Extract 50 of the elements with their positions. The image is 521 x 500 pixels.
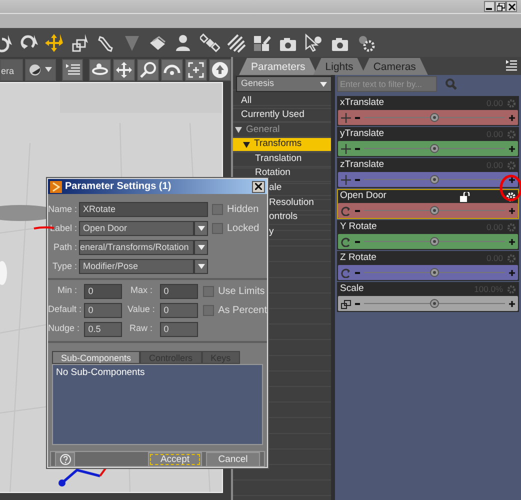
- checkbox-label: Use Limits: [218, 285, 265, 299]
- combo-field[interactable]: eneral/Transforms/Rotation: [79, 240, 194, 255]
- group-item[interactable]: General: [246, 122, 280, 138]
- dialog-button[interactable]: Cancel: [206, 452, 260, 466]
- field-label: Raw :: [128, 322, 154, 335]
- node-dropdown[interactable]: Genesis: [236, 76, 332, 92]
- combo-field[interactable]: Modifier/Pose: [79, 259, 194, 274]
- empty-message: No Sub-Components: [56, 367, 145, 378]
- number-field[interactable]: 0: [84, 284, 122, 299]
- group-item[interactable]: Resolution: [269, 196, 314, 210]
- group-item[interactable]: Currently Used: [241, 108, 304, 123]
- group-item[interactable]: ale: [269, 181, 282, 196]
- group-item[interactable]: Rotation: [255, 166, 290, 182]
- checkbox-label: Locked: [227, 222, 260, 236]
- parameter-name: Open Door: [340, 189, 386, 204]
- number-field[interactable]: 0: [160, 322, 198, 337]
- field-label: Name :: [48, 202, 78, 216]
- number-field[interactable]: 0: [84, 303, 122, 318]
- field-label: Nudge :: [48, 322, 79, 335]
- group-item[interactable]: Translation: [255, 152, 302, 166]
- panel-tab[interactable]: Lights: [313, 58, 366, 75]
- field-label: Path :: [52, 240, 78, 254]
- parameter-slider[interactable]: Open Door: [337, 189, 519, 219]
- group-item[interactable]: ontrols: [269, 210, 298, 225]
- checkbox-label: As Percent: [218, 304, 267, 318]
- parameter-name: Scale: [340, 282, 364, 296]
- dialog-button[interactable]: Accept: [148, 452, 202, 466]
- field-label: Label :: [48, 222, 78, 235]
- group-item[interactable]: All: [241, 94, 252, 108]
- number-field[interactable]: 0: [160, 284, 198, 299]
- number-field[interactable]: 0: [160, 303, 198, 318]
- parameter-name: zTranslate: [340, 158, 384, 172]
- dialog-tab[interactable]: Sub-Components: [52, 351, 140, 364]
- parameter-name: xTranslate: [340, 96, 384, 110]
- field-label: Value :: [128, 303, 155, 316]
- checkbox-label: Hidden: [227, 203, 259, 217]
- camera-dropdown[interactable]: era: [0, 58, 24, 80]
- combo-field[interactable]: Open Door: [79, 221, 194, 236]
- group-item[interactable]: y: [269, 224, 274, 240]
- parameter-name: Z Rotate: [340, 251, 376, 266]
- field-label: Type :: [51, 260, 78, 273]
- field-label: Default :: [48, 303, 79, 316]
- parameter-name: Y Rotate: [340, 220, 377, 234]
- parameter-name: yTranslate: [340, 127, 384, 142]
- dialog-title: Parameter Settings (1): [65, 180, 172, 194]
- name-field[interactable]: XRotate: [79, 202, 208, 217]
- panel-tab[interactable]: Cameras: [361, 58, 428, 75]
- number-field[interactable]: 0.5: [84, 322, 122, 337]
- field-label: Min :: [56, 284, 78, 297]
- field-label: Max :: [130, 284, 154, 297]
